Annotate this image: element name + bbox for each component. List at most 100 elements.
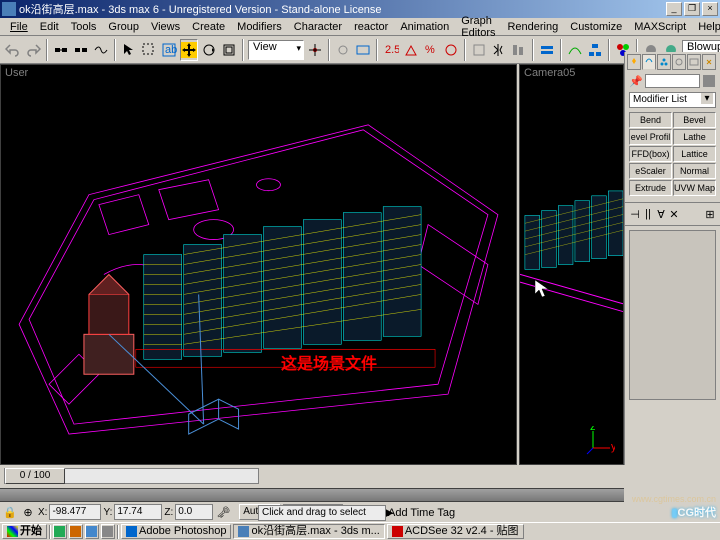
- minimize-button[interactable]: _: [666, 2, 682, 16]
- y-coord-field[interactable]: 17.74: [114, 504, 162, 520]
- select-scale-button[interactable]: [220, 39, 238, 61]
- task-photoshop[interactable]: Adobe Photoshop: [121, 524, 231, 539]
- menu-views[interactable]: Views: [145, 20, 186, 34]
- align-button[interactable]: [510, 39, 528, 61]
- menu-grapheditors[interactable]: Graph Editors: [455, 14, 501, 40]
- viewport-user[interactable]: User: [0, 64, 517, 465]
- svg-text:ab: ab: [165, 44, 177, 56]
- select-region-button[interactable]: [140, 39, 158, 61]
- add-time-tag[interactable]: Add Time Tag: [388, 507, 456, 519]
- time-slider-handle[interactable]: 0 / 100: [5, 468, 65, 484]
- stack-remove-icon[interactable]: ✕: [668, 207, 680, 221]
- layer-manager-button[interactable]: [538, 39, 556, 61]
- x-label: X:: [38, 507, 47, 518]
- menu-customize[interactable]: Customize: [564, 20, 628, 34]
- axis-gizmo-icon: z y: [585, 426, 615, 456]
- stack-config-icon[interactable]: ⊞: [704, 207, 716, 221]
- object-name-field[interactable]: [645, 74, 700, 88]
- select-move-button[interactable]: [180, 39, 198, 61]
- menu-animation[interactable]: Animation: [394, 20, 455, 34]
- track-bar[interactable]: [0, 488, 624, 502]
- stack-show-icon[interactable]: ||: [642, 207, 654, 221]
- keyboard-shortcut-button[interactable]: [354, 39, 372, 61]
- mod-normal[interactable]: Normal: [673, 163, 716, 179]
- quicklaunch-2[interactable]: [69, 524, 83, 539]
- quicklaunch-3[interactable]: [85, 524, 99, 539]
- modify-tab[interactable]: [642, 54, 656, 70]
- window-titlebar: ok沿街高层.max - 3ds max 6 - Unregistered Ve…: [0, 0, 720, 18]
- key-mode-icon[interactable]: 🗝: [215, 504, 231, 520]
- menu-file[interactable]: File: [4, 20, 34, 34]
- select-rotate-button[interactable]: [200, 39, 218, 61]
- mod-lattice[interactable]: Lattice: [673, 146, 716, 162]
- display-tab[interactable]: [687, 54, 701, 70]
- pin-stack-button[interactable]: 📌: [629, 74, 643, 88]
- menu-edit[interactable]: Edit: [34, 20, 65, 34]
- stack-unique-icon[interactable]: ∀: [655, 207, 667, 221]
- mod-lathe[interactable]: Lathe: [673, 129, 716, 145]
- menu-rendering[interactable]: Rendering: [501, 20, 564, 34]
- select-by-name-button[interactable]: ab: [160, 39, 178, 61]
- spinner-snap-button[interactable]: [442, 39, 460, 61]
- mod-bevel[interactable]: Bevel: [673, 112, 716, 128]
- mod-scaler[interactable]: eScaler (WS: [629, 163, 672, 179]
- mod-uvwmap[interactable]: UVW Map: [673, 180, 716, 196]
- viewport-render: [1, 65, 516, 464]
- lock-selection-icon[interactable]: 🔒: [2, 504, 18, 520]
- link-button[interactable]: [52, 39, 70, 61]
- named-selection-button[interactable]: [470, 39, 488, 61]
- angle-snap-button[interactable]: [402, 39, 420, 61]
- quicklaunch-1[interactable]: [53, 524, 67, 539]
- menu-group[interactable]: Group: [102, 20, 145, 34]
- menu-tools[interactable]: Tools: [65, 20, 103, 34]
- bind-spacewarp-button[interactable]: [92, 39, 110, 61]
- z-coord-field[interactable]: 0.0: [175, 504, 213, 520]
- coord-system-dropdown[interactable]: View: [248, 40, 304, 60]
- cursor-icon: [535, 280, 549, 298]
- snap-toggle-button[interactable]: 2.5: [382, 39, 400, 61]
- percent-snap-button[interactable]: %: [422, 39, 440, 61]
- task-acdsee[interactable]: ACDSee 32 v2.4 - 贴图: [387, 524, 524, 539]
- menu-bar: File Edit Tools Group Views Create Modif…: [0, 18, 720, 36]
- svg-text:%: %: [425, 44, 435, 56]
- mirror-button[interactable]: [490, 39, 508, 61]
- quicklaunch-4[interactable]: [101, 524, 115, 539]
- time-slider[interactable]: 0 / 100: [4, 468, 259, 484]
- viewport-camera[interactable]: Camera05 z y: [519, 64, 624, 465]
- menu-maxscript[interactable]: MAXScript: [628, 20, 692, 34]
- menu-help[interactable]: Help: [692, 20, 720, 34]
- mod-bend[interactable]: Bend: [629, 112, 672, 128]
- pivot-center-button[interactable]: [306, 39, 324, 61]
- start-button[interactable]: 开始: [2, 524, 47, 539]
- undo-button[interactable]: [4, 39, 22, 61]
- mod-bevelprofile[interactable]: evel Profil: [629, 129, 672, 145]
- menu-reactor[interactable]: reactor: [348, 20, 394, 34]
- main-toolbar: ab View 2.5 % Blowup: [0, 36, 720, 64]
- menu-create[interactable]: Create: [186, 20, 231, 34]
- redo-button[interactable]: [24, 39, 42, 61]
- curve-editor-button[interactable]: [566, 39, 584, 61]
- schematic-view-button[interactable]: [586, 39, 604, 61]
- manipulate-button[interactable]: [334, 39, 352, 61]
- modifier-list-dropdown[interactable]: Modifier List: [629, 92, 716, 108]
- task-3dsmax[interactable]: ok沿街高层.max - 3ds m...: [233, 524, 384, 539]
- unlink-button[interactable]: [72, 39, 90, 61]
- object-color-swatch[interactable]: [702, 74, 716, 88]
- mod-ffdbox[interactable]: FFD(box): [629, 146, 672, 162]
- mod-extrude[interactable]: Extrude: [629, 180, 672, 196]
- z-label: Z:: [164, 507, 173, 518]
- transform-typein-icon[interactable]: ⊕: [20, 504, 36, 520]
- motion-tab[interactable]: [672, 54, 686, 70]
- x-coord-field[interactable]: -98.477: [49, 504, 101, 520]
- svg-text:y: y: [611, 441, 615, 453]
- close-button[interactable]: ×: [702, 2, 718, 16]
- select-button[interactable]: [120, 39, 138, 61]
- create-tab[interactable]: [627, 54, 641, 70]
- maximize-button[interactable]: ❐: [684, 2, 700, 16]
- hierarchy-tab[interactable]: [657, 54, 671, 70]
- prompt-line: Click and drag to select: [258, 505, 386, 521]
- menu-character[interactable]: Character: [288, 20, 348, 34]
- utilities-tab[interactable]: [702, 54, 716, 70]
- menu-modifiers[interactable]: Modifiers: [231, 20, 288, 34]
- stack-pin-icon[interactable]: ⊣: [629, 207, 641, 221]
